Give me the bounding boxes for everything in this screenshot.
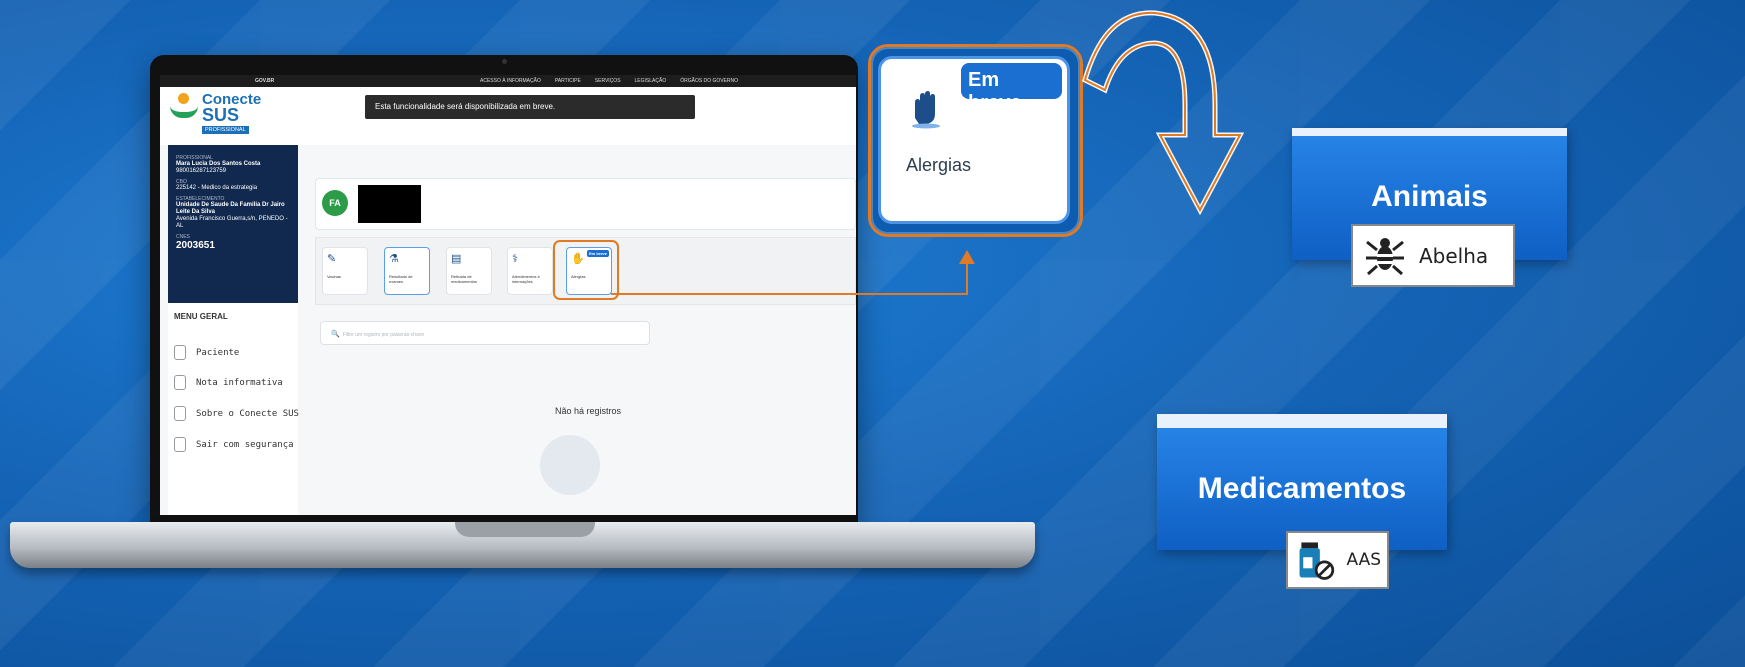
action-medicamentos[interactable]: ▤ Retirada de medicamentos <box>446 247 492 295</box>
abelha-label: Abelha <box>1419 243 1489 268</box>
profile-address: Avenida Francisco Guerra,s/n, PENEDO - A… <box>176 216 288 229</box>
stethoscope-icon: ⚕ <box>512 253 518 265</box>
action-atendimentos[interactable]: ⚕ Atendimentos e internações <box>507 247 553 295</box>
medicine-bottle-icon <box>1299 542 1335 580</box>
menu-item-label: Sair com segurança <box>196 439 294 450</box>
curved-arrow-icon <box>1082 10 1245 215</box>
menu-item-sair[interactable]: Sair com segurança <box>174 437 294 452</box>
gov-link[interactable]: SERVIÇOS <box>595 78 621 84</box>
gov-link[interactable]: ÓRGÃOS DO GOVERNO <box>680 78 738 84</box>
phone-icon <box>174 406 186 421</box>
syringe-icon: ✎ <box>327 253 337 265</box>
profile-card: PROFISSIONAL Mara Lucia Dos Santos Costa… <box>168 145 298 303</box>
search-icon: 🔍 <box>331 331 340 338</box>
gov-bar: GOV.BR ACESSO À INFORMAÇÃO PARTICIPE SER… <box>160 75 856 87</box>
aas-label: AAS <box>1346 550 1381 570</box>
menu-item-label: Paciente <box>196 347 240 358</box>
connector-arrow-icon <box>959 250 975 264</box>
action-exames[interactable]: ⚗ Resultado de exames <box>384 247 430 295</box>
logo-text-sus: SUS <box>202 105 240 125</box>
redacted-patient-name <box>358 185 421 223</box>
menu-item-sobre[interactable]: Sobre o Conecte SUS <box>174 406 299 421</box>
bee-icon <box>1366 237 1404 275</box>
microscope-icon: ⚗ <box>389 253 399 265</box>
empty-state-text: Não há registros <box>555 406 622 416</box>
profile-cnes: 2003651 <box>176 240 215 251</box>
profile-name: Mara Lucia Dos Santos Costa <box>176 161 261 167</box>
allergy-hand-icon <box>912 91 940 129</box>
gov-logo[interactable]: GOV.BR <box>255 78 274 84</box>
zoom-em-breve-badge: Em breve <box>961 63 1062 114</box>
profile-estab: Unidade De Saude Da Familia Dr Jairo Lei… <box>176 202 285 215</box>
action-vacinas[interactable]: ✎ Vacinas <box>322 247 368 295</box>
logo-mark <box>178 93 189 104</box>
profile-cbo: 225142 - Medico da estrategia <box>176 185 258 191</box>
bell-icon <box>174 345 186 360</box>
camera <box>502 59 507 64</box>
document-icon <box>174 375 186 390</box>
search-input[interactable]: 🔍 Filtre um registro por palavras-chave <box>320 321 650 345</box>
medicamentos-title: Medicamentos <box>1197 472 1407 505</box>
aas-button[interactable]: AAS <box>1286 531 1389 589</box>
gov-link[interactable]: LEGISLAÇÃO <box>635 78 667 84</box>
pill-bottle-icon: ▤ <box>451 253 462 265</box>
menu-item-nota[interactable]: Nota informativa <box>174 375 283 390</box>
menu-title: MENU GERAL <box>174 312 228 321</box>
action-label: Resultado de exames <box>389 274 413 284</box>
connector-line-vertical <box>966 262 968 295</box>
menu-item-label: Nota informativa <box>196 377 283 388</box>
profile-cns: 980016287123759 <box>176 168 227 174</box>
laptop-notch <box>455 522 595 537</box>
menu-item-paciente[interactable]: Paciente <box>174 345 239 360</box>
action-label: Retirada de medicamentos <box>451 274 478 284</box>
menu-item-label: Sobre o Conecte SUS <box>196 408 299 419</box>
logo-tag: PROFISSIONAL <box>202 126 249 134</box>
empty-state-illustration <box>540 435 600 495</box>
action-label: Vacinas <box>327 274 341 279</box>
highlight-alergias <box>553 240 619 300</box>
action-label: Atendimentos e internações <box>512 274 540 284</box>
gov-link[interactable]: ACESSO À INFORMAÇÃO <box>480 78 541 84</box>
zoom-label: Alergias <box>906 155 972 175</box>
toast-message: Esta funcionalidade será disponibilizada… <box>365 95 695 119</box>
animais-title: Animais <box>1371 180 1488 213</box>
gov-link[interactable]: PARTICIPE <box>555 78 581 84</box>
laptop-screen: GOV.BR ACESSO À INFORMAÇÃO PARTICIPE SER… <box>160 75 856 515</box>
abelha-button[interactable]: Abelha <box>1351 224 1515 287</box>
logout-icon <box>174 437 186 452</box>
connector-line <box>611 293 968 295</box>
search-placeholder: Filtre um registro por palavras-chave <box>342 332 425 338</box>
avatar: FA <box>322 190 348 216</box>
